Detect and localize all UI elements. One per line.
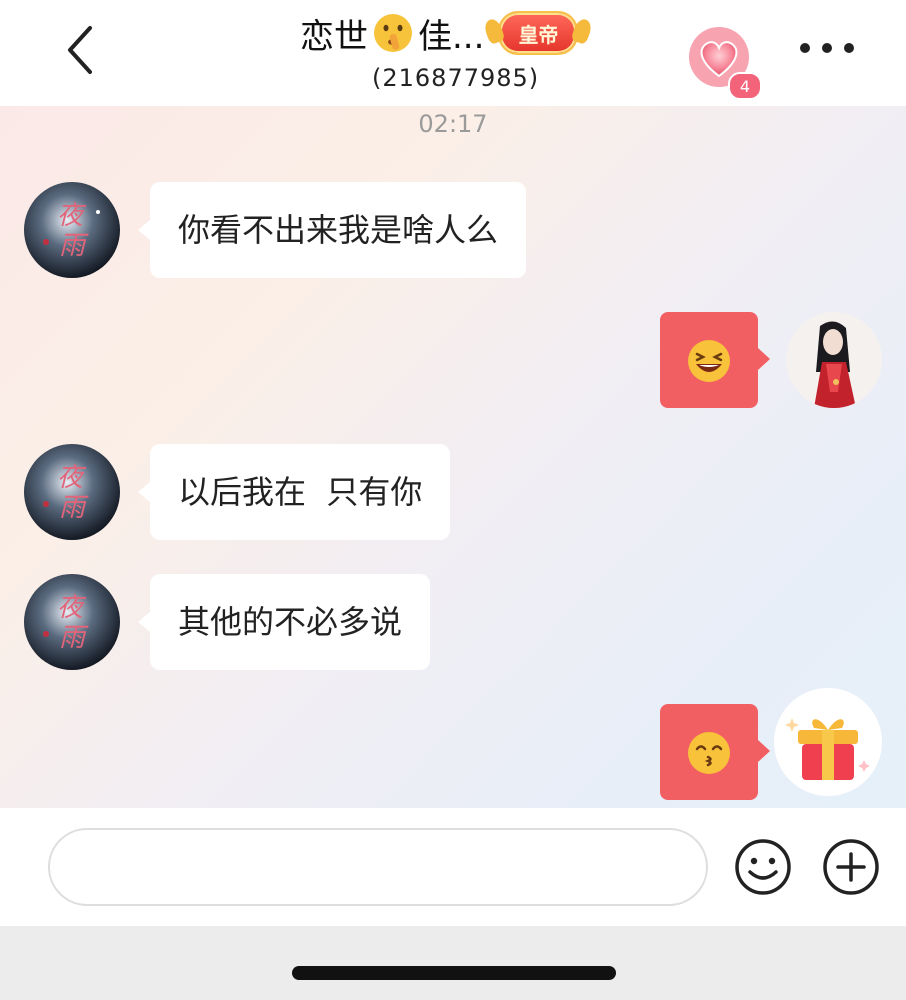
laughing-emoji-icon: [688, 340, 730, 382]
more-dot-icon: [822, 43, 832, 53]
message-bubble-left[interactable]: 你看不出来我是啥人么: [137, 182, 527, 278]
emoji-button[interactable]: [734, 838, 792, 896]
chat-screen: 恋世 佳... 皇帝 (216877985) 4 02:17 夜 雨 你看不出来…: [0, 0, 906, 1000]
more-button[interactable]: [800, 38, 854, 58]
chat-header: 恋世 佳... 皇帝 (216877985) 4: [0, 0, 906, 106]
add-button[interactable]: [822, 838, 880, 896]
title-text-right: 佳...: [418, 16, 485, 57]
avatar-image: 夜 雨: [24, 182, 120, 278]
rank-badge: 皇帝: [482, 11, 595, 55]
more-dot-icon: [800, 43, 810, 53]
back-chevron-icon: [68, 26, 92, 74]
svg-text:夜: 夜: [57, 463, 87, 493]
avatar-right[interactable]: [786, 312, 882, 408]
svg-text:雨: 雨: [59, 623, 89, 653]
message-bubble-right[interactable]: [660, 312, 770, 408]
plus-icon: [823, 839, 879, 895]
message-bubble-left[interactable]: 以后我在 只有你: [137, 444, 451, 540]
gift-button[interactable]: [774, 688, 882, 796]
avatar-image: 夜 雨: [24, 574, 120, 670]
message-timestamp: 02:17: [418, 110, 488, 138]
avatar-left[interactable]: 夜 雨: [24, 444, 120, 540]
avatar-image: 夜 雨: [24, 444, 120, 540]
message-bubble-right[interactable]: [660, 704, 770, 800]
shushing-face-icon: [374, 14, 412, 52]
title-text-left: 恋世: [300, 16, 368, 57]
svg-text:夜: 夜: [57, 201, 87, 231]
badge-wing-left-icon: [482, 16, 507, 46]
badge-label: 皇帝: [518, 22, 559, 47]
chat-title[interactable]: 恋世 佳... 皇帝: [300, 8, 595, 58]
kissing-emoji-icon: [688, 732, 730, 774]
avatar-left[interactable]: 夜 雨: [24, 574, 120, 670]
svg-text:雨: 雨: [59, 231, 89, 261]
chat-id: (216877985): [372, 64, 540, 92]
svg-text:雨: 雨: [59, 493, 89, 523]
message-bubble-left[interactable]: 其他的不必多说: [137, 574, 431, 670]
svg-text:夜: 夜: [57, 593, 87, 623]
message-list[interactable]: 02:17 夜 雨 你看不出来我是啥人么 夜 雨 以后我在 只有你 夜 雨 其他…: [0, 106, 906, 808]
gift-icon: [785, 718, 870, 780]
more-dot-icon: [844, 43, 854, 53]
avatar-image: [786, 312, 882, 408]
badge-wing-right-icon: [570, 16, 595, 46]
smiley-icon: [735, 839, 791, 895]
message-input[interactable]: [48, 828, 708, 906]
heart-count-badge: 4: [728, 72, 762, 100]
input-bar: [0, 808, 906, 926]
back-button[interactable]: [60, 22, 100, 78]
avatar-left[interactable]: 夜 雨: [24, 182, 120, 278]
bottom-safe-area: [0, 926, 906, 1000]
home-indicator[interactable]: [292, 966, 616, 980]
